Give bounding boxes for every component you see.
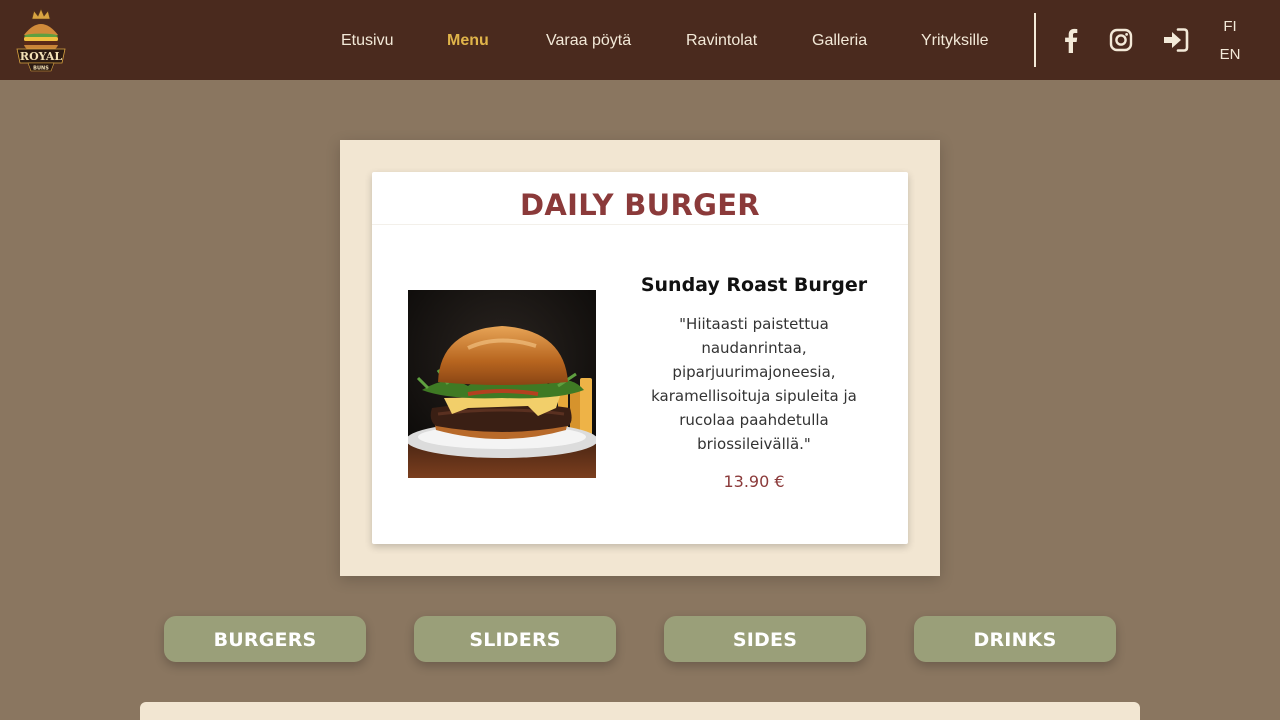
logo-text: ROYAL — [20, 50, 62, 63]
category-drinks-button[interactable]: DRINKS — [914, 616, 1116, 662]
nav-yrityksille[interactable]: Yrityksille — [921, 31, 989, 51]
daily-burger-heading: DAILY BURGER — [520, 188, 760, 222]
heading-separator — [372, 224, 908, 225]
burger-price: 13.90 € — [723, 472, 785, 491]
category-sides-button[interactable]: SIDES — [664, 616, 866, 662]
site-header: ROYAL BUNS Etusivu Menu Varaa pöytä Ravi… — [0, 0, 1280, 80]
facebook-icon[interactable] — [1057, 26, 1085, 54]
lang-en[interactable]: EN — [1214, 46, 1246, 63]
instagram-icon[interactable] — [1107, 26, 1135, 54]
nav-varaa-poyta[interactable]: Varaa pöytä — [546, 31, 631, 51]
burger-name: Sunday Roast Burger — [640, 274, 868, 296]
daily-burger-card: DAILY BURGER Sunday Roast Burger "Hiitaa… — [372, 172, 908, 544]
lang-fi[interactable]: FI — [1214, 18, 1246, 35]
burger-photo — [408, 290, 596, 478]
royal-buns-logo[interactable]: ROYAL BUNS — [14, 5, 68, 75]
category-sliders-button[interactable]: SLIDERS — [414, 616, 616, 662]
nav-etusivu[interactable]: Etusivu — [341, 31, 393, 51]
burger-description: "Hiitaasti paistettua naudanrintaa, pipa… — [651, 315, 857, 453]
nav-ravintolat[interactable]: Ravintolat — [686, 31, 757, 51]
logo-subtext: BUNS — [33, 66, 49, 72]
daily-burger-section: DAILY BURGER Sunday Roast Burger "Hiitaa… — [340, 140, 940, 576]
header-divider — [1034, 13, 1036, 67]
menu-list-panel — [140, 702, 1140, 720]
category-burgers-button[interactable]: BURGERS — [164, 616, 366, 662]
nav-galleria[interactable]: Galleria — [812, 31, 867, 51]
login-icon[interactable] — [1162, 26, 1190, 54]
nav-menu[interactable]: Menu — [447, 31, 489, 51]
